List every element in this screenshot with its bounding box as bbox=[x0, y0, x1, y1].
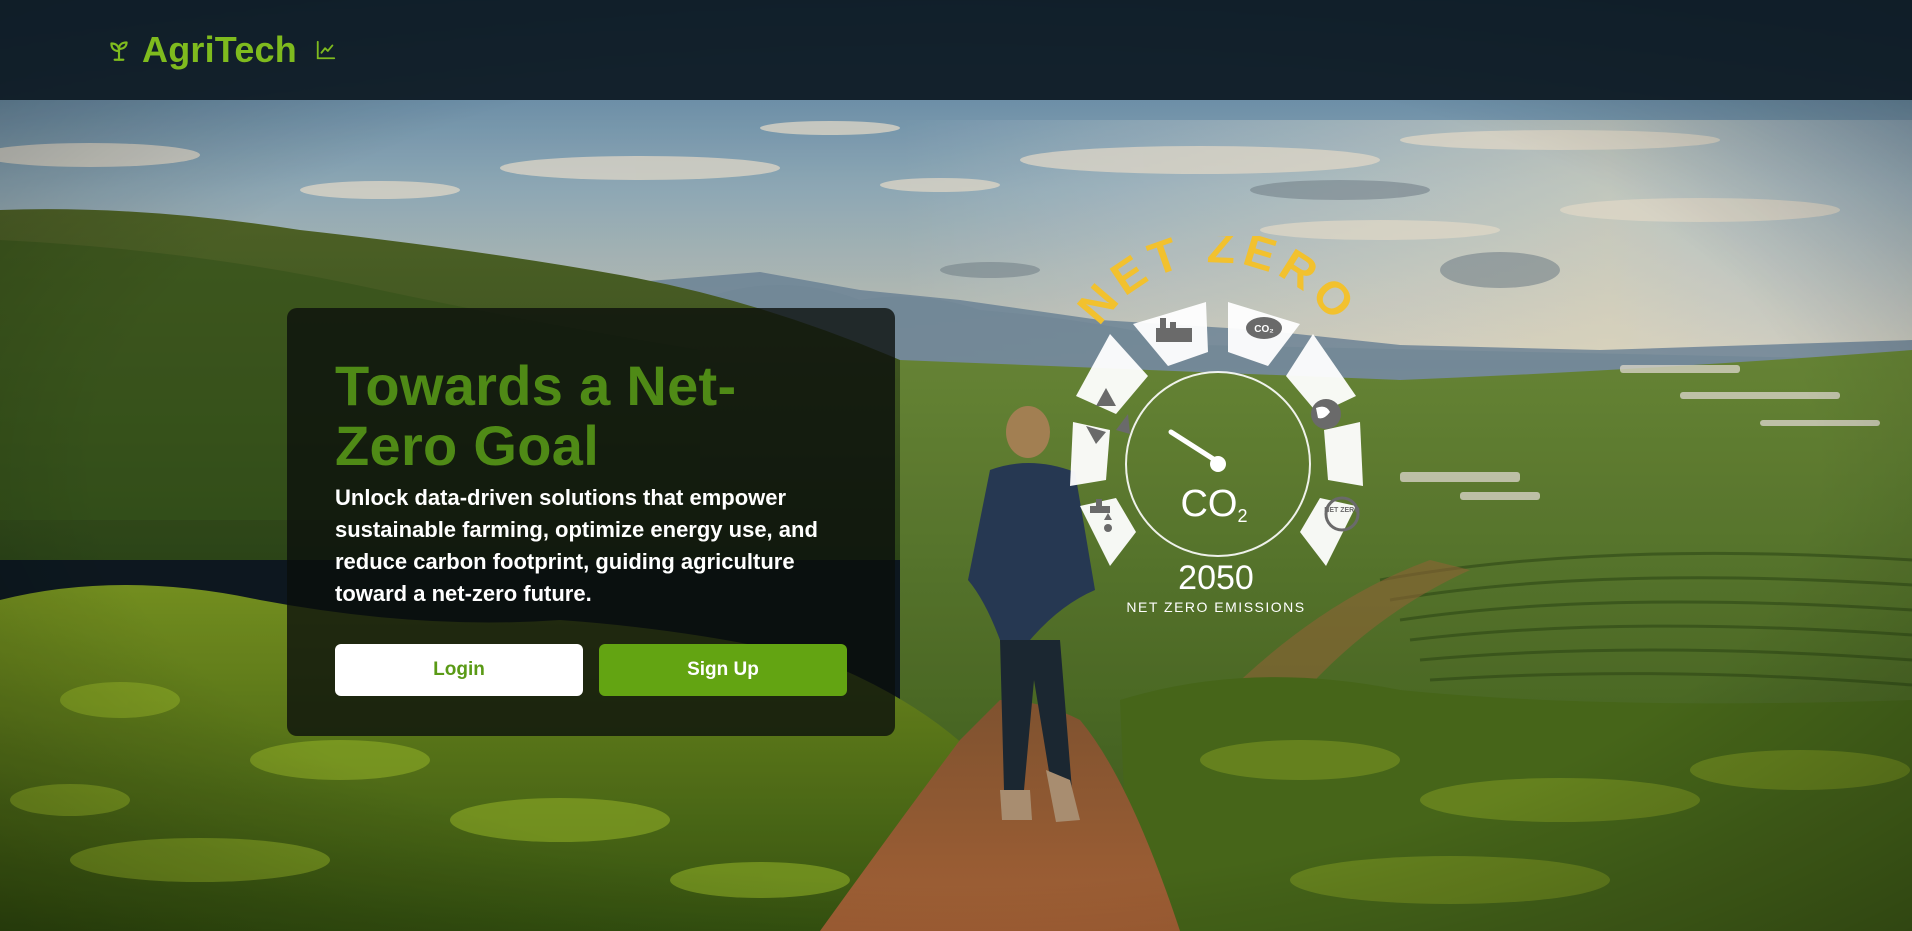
badge-arc-text: NET ZERO bbox=[1067, 236, 1369, 333]
globe-icon bbox=[1311, 399, 1341, 429]
net-zero-badge: NET ZERO CO₂ NET ZERO CO2 2050 NET ZERO … bbox=[1038, 220, 1398, 626]
line-chart-icon bbox=[316, 40, 336, 60]
brand-logo[interactable]: AgriTech bbox=[106, 29, 337, 71]
badge-caption: NET ZERO EMISSIONS bbox=[1126, 599, 1305, 615]
hero-actions: Login Sign Up bbox=[335, 644, 847, 696]
cloud-co2-icon: CO₂ bbox=[1246, 317, 1282, 339]
badge-year: 2050 bbox=[1178, 559, 1254, 597]
svg-text:NET ZERO: NET ZERO bbox=[1324, 507, 1360, 514]
badge-ring bbox=[1070, 302, 1363, 566]
hero-card: Towards a Net-Zero Goal Unlock data-driv… bbox=[287, 308, 895, 736]
sprout-icon bbox=[110, 41, 128, 61]
hero-title: Towards a Net-Zero Goal bbox=[335, 354, 737, 477]
hero-description: Unlock data-driven solutions that empowe… bbox=[335, 485, 818, 606]
svg-text:CO₂: CO₂ bbox=[1254, 324, 1273, 335]
login-button[interactable]: Login bbox=[335, 644, 583, 696]
brand-name: AgriTech bbox=[142, 29, 297, 70]
top-navbar: AgriTech bbox=[0, 0, 1912, 100]
gauge-needle bbox=[1168, 429, 1221, 465]
signup-button[interactable]: Sign Up bbox=[599, 644, 847, 696]
co2-label: CO2 bbox=[1180, 483, 1247, 526]
